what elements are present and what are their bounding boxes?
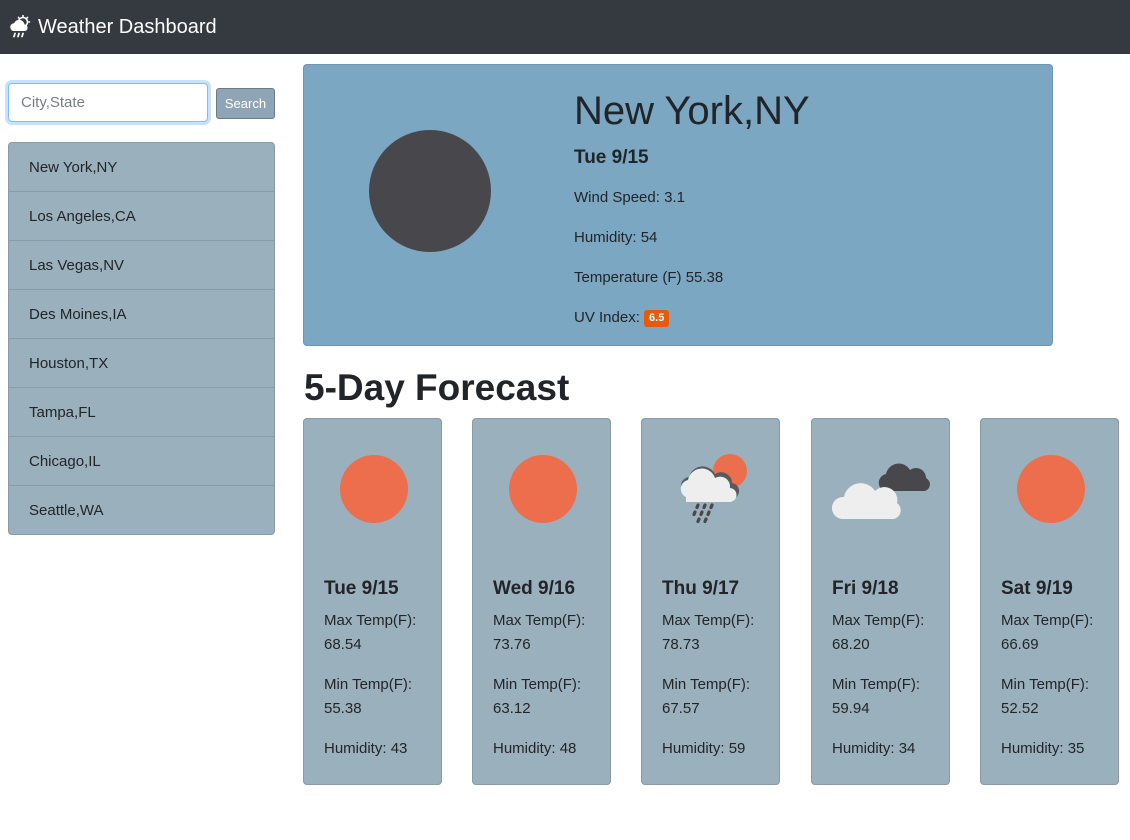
- forecast-humidity: Humidity: 43: [324, 737, 439, 761]
- forecast-date: Thu 9/17: [662, 578, 740, 599]
- city-item-seattle[interactable]: Seattle,WA: [9, 486, 274, 534]
- city-item-chicago[interactable]: Chicago,IL: [9, 437, 274, 486]
- min-temp-value: 55.38: [324, 700, 362, 717]
- humidity-value: 59: [728, 740, 746, 757]
- min-temp-label: Min Temp(F):: [662, 676, 751, 693]
- max-temp-value: 73.76: [493, 636, 531, 653]
- temperature: Temperature (F) 55.38: [574, 267, 810, 289]
- forecast-body: Sat 9/19 Max Temp(F): 66.69 Min Temp(F):…: [1001, 577, 1116, 761]
- max-temp-value: 68.20: [832, 636, 870, 653]
- city-item-las-vegas[interactable]: Las Vegas,NV: [9, 241, 274, 290]
- forecast-humidity: Humidity: 35: [1001, 737, 1116, 761]
- uv-index-badge: 6.5: [644, 310, 670, 327]
- forecast-icon-wrap: [642, 449, 781, 529]
- max-temp-value: 66.69: [1001, 636, 1039, 653]
- city-list: New York,NY Los Angeles,CA Las Vegas,NV …: [8, 142, 275, 535]
- current-date: Tue 9/15: [574, 147, 649, 168]
- app-title: Weather Dashboard: [38, 15, 217, 38]
- city-item-tampa[interactable]: Tampa,FL: [9, 388, 274, 437]
- uv-index-label: UV Index:: [574, 309, 640, 326]
- wind-speed-value: 3.1: [664, 189, 685, 206]
- humidity-label: Humidity:: [493, 740, 556, 757]
- max-temp-label: Max Temp(F):: [493, 612, 586, 629]
- wind-speed-label: Wind Speed:: [574, 189, 660, 206]
- forecast-icon-wrap: [981, 449, 1120, 529]
- wind-speed: Wind Speed: 3.1: [574, 187, 810, 209]
- current-city-name: New York,NY: [574, 89, 810, 133]
- forecast-card-1: Tue 9/15 Max Temp(F): 68.54 Min Temp(F):…: [303, 418, 442, 785]
- forecast-date: Fri 9/18: [832, 578, 899, 599]
- moon-icon: [369, 130, 491, 252]
- forecast-humidity: Humidity: 34: [832, 737, 947, 761]
- max-temp-value: 68.54: [324, 636, 362, 653]
- forecast-icon-wrap: [812, 449, 951, 529]
- humidity-label: Humidity:: [1001, 740, 1064, 757]
- sun-icon: [1017, 455, 1085, 523]
- forecast-card-3: Thu 9/17 Max Temp(F): 78.73 Min Temp(F):…: [641, 418, 780, 785]
- city-item-houston[interactable]: Houston,TX: [9, 339, 274, 388]
- max-temp-label: Max Temp(F):: [1001, 612, 1094, 629]
- humidity-label: Humidity:: [574, 229, 637, 246]
- forecast-body: Tue 9/15 Max Temp(F): 68.54 Min Temp(F):…: [324, 577, 439, 761]
- max-temp-label: Max Temp(F):: [832, 612, 925, 629]
- forecast-date: Sat 9/19: [1001, 578, 1073, 599]
- min-temp-value: 52.52: [1001, 700, 1039, 717]
- humidity: Humidity: 54: [574, 227, 810, 249]
- max-temp-label: Max Temp(F):: [662, 612, 755, 629]
- min-temp-value: 59.94: [832, 700, 870, 717]
- brand[interactable]: Weather Dashboard: [8, 14, 217, 39]
- humidity-value: 35: [1067, 740, 1085, 757]
- min-temp-value: 63.12: [493, 700, 531, 717]
- max-temp-label: Max Temp(F):: [324, 612, 417, 629]
- forecast-card-2: Wed 9/16 Max Temp(F): 73.76 Min Temp(F):…: [472, 418, 611, 785]
- humidity-value: 48: [559, 740, 577, 757]
- max-temp-value: 78.73: [662, 636, 700, 653]
- sun-icon: [340, 455, 408, 523]
- city-item-des-moines[interactable]: Des Moines,IA: [9, 290, 274, 339]
- current-weather-info: New York,NY Tue 9/15 Wind Speed: 3.1 Hum…: [574, 87, 810, 329]
- current-weather-card: New York,NY Tue 9/15 Wind Speed: 3.1 Hum…: [303, 64, 1053, 346]
- humidity-label: Humidity:: [662, 740, 725, 757]
- humidity-value: 34: [898, 740, 916, 757]
- rain-sun-icon: [672, 449, 752, 534]
- navbar: Weather Dashboard: [0, 0, 1130, 54]
- min-temp-label: Min Temp(F):: [493, 676, 582, 693]
- temperature-label: Temperature (F): [574, 269, 682, 286]
- forecast-date: Wed 9/16: [493, 578, 576, 599]
- humidity-label: Humidity:: [832, 740, 895, 757]
- forecast-humidity: Humidity: 48: [493, 737, 608, 761]
- city-item-los-angeles[interactable]: Los Angeles,CA: [9, 192, 274, 241]
- temperature-value: 55.38: [685, 269, 724, 286]
- forecast-body: Fri 9/18 Max Temp(F): 68.20 Min Temp(F):…: [832, 577, 947, 761]
- humidity-value: 54: [640, 229, 658, 246]
- cloud-rain-sun-icon: [8, 14, 34, 39]
- forecast-card-5: Sat 9/19 Max Temp(F): 66.69 Min Temp(F):…: [980, 418, 1119, 785]
- forecast-body: Thu 9/17 Max Temp(F): 78.73 Min Temp(F):…: [662, 577, 777, 761]
- humidity-label: Humidity:: [324, 740, 387, 757]
- forecast-body: Wed 9/16 Max Temp(F): 73.76 Min Temp(F):…: [493, 577, 608, 761]
- forecast-icon-wrap: [304, 449, 443, 529]
- min-temp-label: Min Temp(F):: [832, 676, 921, 693]
- forecast-heading: 5-Day Forecast: [304, 367, 570, 408]
- forecast-humidity: Humidity: 59: [662, 737, 777, 761]
- search-row: Search: [8, 83, 275, 122]
- forecast-card-4: Fri 9/18 Max Temp(F): 68.20 Min Temp(F):…: [811, 418, 950, 785]
- min-temp-label: Min Temp(F):: [1001, 676, 1090, 693]
- search-button[interactable]: Search: [216, 88, 275, 119]
- city-item-new-york[interactable]: New York,NY: [9, 143, 274, 192]
- forecast-date: Tue 9/15: [324, 578, 399, 599]
- min-temp-label: Min Temp(F):: [324, 676, 413, 693]
- sun-icon: [509, 455, 577, 523]
- min-temp-value: 67.57: [662, 700, 700, 717]
- cloudy-icon: [831, 453, 932, 532]
- forecast-icon-wrap: [473, 449, 612, 529]
- uv-index: UV Index: 6.5: [574, 307, 810, 329]
- search-input[interactable]: [8, 83, 208, 122]
- humidity-value: 43: [390, 740, 408, 757]
